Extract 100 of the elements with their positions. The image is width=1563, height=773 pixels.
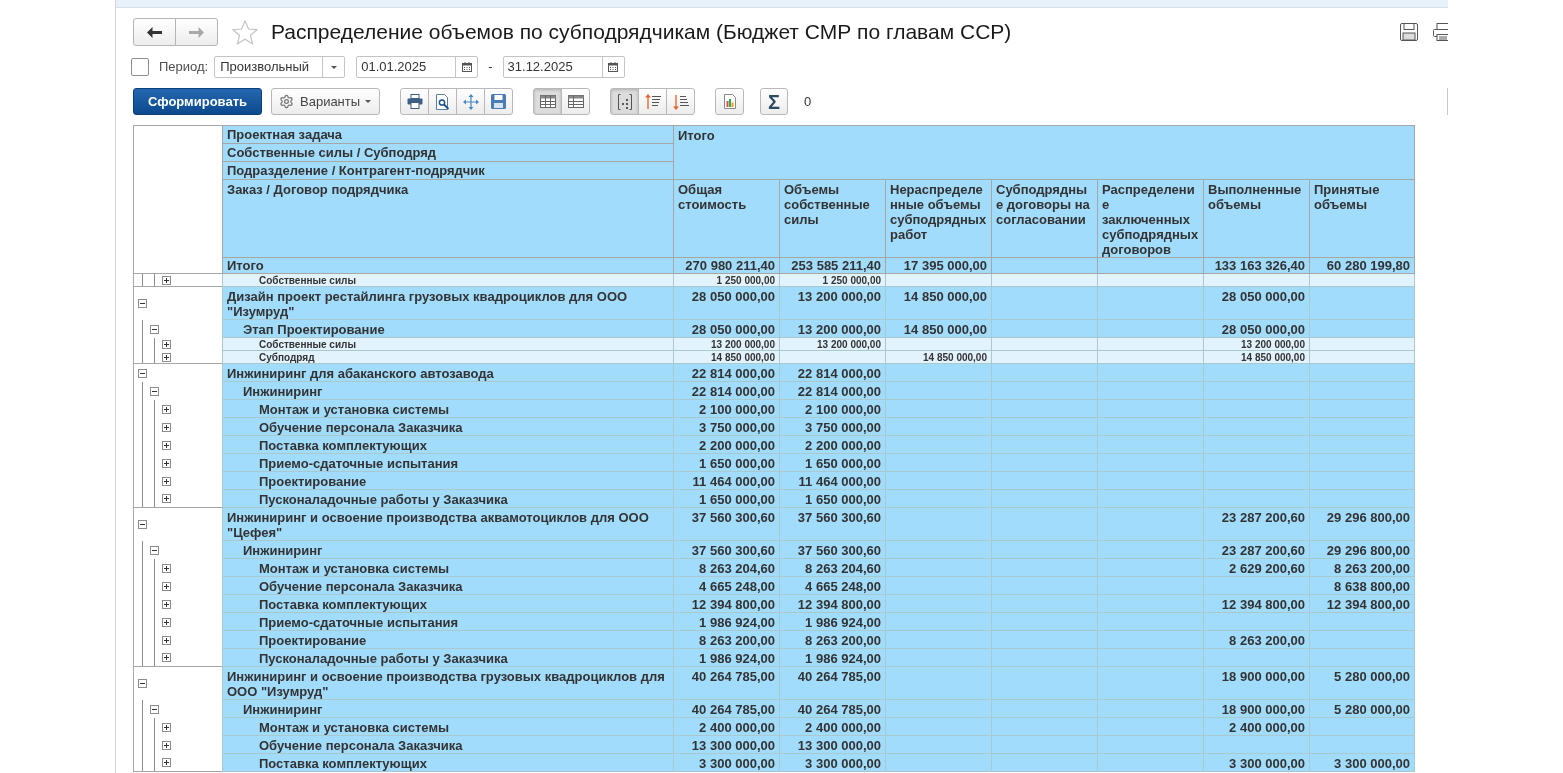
total-cell: 253 585 211,40 <box>779 258 885 273</box>
caret-icon <box>330 65 337 69</box>
save-button[interactable] <box>484 88 513 115</box>
total-cell: 270 980 211,40 <box>673 258 779 273</box>
table-row[interactable]: Монтаж и установка системы 8 263 204,60 8 263 204,60 2 629 200,60 8 263 200,00 <box>222 559 1415 577</box>
table-row[interactable]: Приемо-сдаточные испытания 1 986 924,00 1 986 924,00 <box>222 613 1415 631</box>
plus-box-icon[interactable] <box>161 275 171 285</box>
bracket-dots-icon <box>617 93 632 110</box>
header-cell: Собственные силы / Субподряд <box>222 143 673 161</box>
four-way-arrows-icon <box>462 93 479 110</box>
plus-box-icon[interactable] <box>161 722 171 732</box>
gear-icon <box>279 94 294 109</box>
table-view-button[interactable] <box>533 88 562 115</box>
total-cell: 133 163 326,40 <box>1203 258 1309 273</box>
grid-view-button[interactable] <box>561 88 590 115</box>
period-label: Период: <box>159 58 209 77</box>
plus-box-icon[interactable] <box>161 404 171 414</box>
arrow-left-icon <box>147 26 162 38</box>
plus-box-icon[interactable] <box>161 340 171 349</box>
table-row[interactable]: Дизайн проект рестайлинга грузовых квадроциклов для ООО "Изумруд" 28 050 000,00 13 200 000,00 14 850 000,00 28 050 000,00 <box>222 287 1415 320</box>
table-row[interactable]: Инжиниринг 40 264 785,00 40 264 785,00 18 900 000,00 5 280 000,00 <box>222 700 1415 718</box>
plus-box-icon[interactable] <box>161 494 171 503</box>
column-header: Субподрядные договоры на согласовании <box>991 179 1097 257</box>
plus-box-icon[interactable] <box>161 422 171 432</box>
star-icon[interactable] <box>232 19 258 45</box>
minus-box-icon[interactable] <box>137 520 147 529</box>
table-row[interactable]: Обучение персонала Заказчика 4 665 248,00 4 665 248,00 8 638 800,00 <box>222 577 1415 595</box>
table-row[interactable]: Инжиниринг и освоение производства аквамотоциклов для ООО "Цефея" 37 560 300,60 37 560 300,60 23 287 200,60 29 296 800,00 <box>222 508 1415 541</box>
generate-button[interactable]: Сформировать <box>133 88 262 115</box>
total-cell: 17 395 000,00 <box>885 258 991 273</box>
table-icon <box>539 95 556 108</box>
sort-descending-button[interactable] <box>666 88 695 115</box>
table-row[interactable]: Собственные силы 13 200 000,00 13 200 000,00 13 200 000,00 <box>222 338 1415 351</box>
printer-icon <box>406 94 423 109</box>
preview-button[interactable] <box>428 88 457 115</box>
caret-icon <box>365 100 372 103</box>
plus-box-icon[interactable] <box>161 440 171 450</box>
table-row[interactable]: Инжиниринг 22 814 000,00 22 814 000,00 <box>222 382 1415 400</box>
plus-box-icon[interactable] <box>161 758 171 767</box>
sort-ascending-button[interactable] <box>638 88 667 115</box>
table-row[interactable]: Приемо-сдаточные испытания 1 650 000,00 1 650 000,00 <box>222 454 1415 472</box>
move-button[interactable] <box>456 88 485 115</box>
total-cell: 60 280 199,80 <box>1309 258 1415 273</box>
table-row[interactable]: Этап Проектирование 28 050 000,00 13 200 000,00 14 850 000,00 28 050 000,00 <box>222 320 1415 338</box>
amount-cell: 3 300 000,00 <box>1203 754 1309 772</box>
amount-cell: 3 300 000,00 <box>673 754 779 772</box>
table-row[interactable]: Пусконаладочные работы у Заказчика 1 650 000,00 1 650 000,00 <box>222 490 1415 508</box>
header-cell: Заказ / Договор подрядчика <box>222 179 673 257</box>
column-header: Общая стоимость <box>673 179 779 257</box>
page-magnifier-icon <box>435 93 450 110</box>
minus-box-icon[interactable] <box>137 368 147 378</box>
plus-box-icon[interactable] <box>161 476 171 486</box>
table-row[interactable]: Поставка комплектующих 12 394 800,00 12 394 800,00 12 394 800,00 12 394 800,00 <box>222 595 1415 613</box>
column-header: Объемы собственные силы <box>779 179 885 257</box>
period-select[interactable]: Произвольный <box>214 56 346 78</box>
column-header: Принятые объемы <box>1309 179 1415 257</box>
table-row[interactable]: Поставка комплектующих 2 200 000,00 2 200 000,00 <box>222 436 1415 454</box>
date-field[interactable]: 01.01.2025 <box>356 56 479 78</box>
plus-box-icon[interactable] <box>161 635 171 645</box>
grouping-button[interactable] <box>610 88 639 115</box>
table-row[interactable]: Проектирование 11 464 000,00 11 464 000,00 <box>222 472 1415 490</box>
header-cell: Итого <box>673 125 1415 179</box>
date-separator: - <box>488 58 493 77</box>
plus-box-icon[interactable] <box>161 458 171 468</box>
plus-box-icon[interactable] <box>161 740 171 750</box>
table-row[interactable]: Монтаж и установка системы 2 400 000,00 2 400 000,00 2 400 000,00 <box>222 718 1415 736</box>
date-field[interactable]: 31.12.2025 <box>502 56 625 78</box>
print-button[interactable] <box>400 88 429 115</box>
minus-box-icon[interactable] <box>149 545 159 555</box>
plus-box-icon[interactable] <box>161 653 171 662</box>
plus-box-icon[interactable] <box>161 352 171 362</box>
sum-button[interactable]: Σ <box>760 88 788 115</box>
table-row[interactable]: Монтаж и установка системы 2 100 000,00 2 100 000,00 <box>222 400 1415 418</box>
printer-icon[interactable] <box>1433 23 1448 41</box>
table-row[interactable]: Пусконаладочные работы у Заказчика 1 986 924,00 1 986 924,00 <box>222 649 1415 667</box>
chart-button[interactable] <box>715 88 744 115</box>
minus-box-icon[interactable] <box>137 679 147 688</box>
table-row[interactable]: Инжиниринг и освоение производства грузовых квадроциклов для ООО "Изумруд" 40 264 785,00 40 264 785,00 18 900 000,00 5 280 000,00 <box>222 667 1415 700</box>
table-row[interactable]: Собственные силы 1 250 000,00 1 250 000,00 <box>222 274 1415 287</box>
back-button[interactable] <box>133 18 176 46</box>
table-row[interactable]: Инжиниринг для абаканского автозавода 22 814 000,00 22 814 000,00 <box>222 364 1415 382</box>
minus-box-icon[interactable] <box>137 299 147 308</box>
table-row[interactable]: Поставка комплектующих 3 300 000,00 3 300 000,00 3 300 000,00 3 300 000,00 <box>222 754 1415 772</box>
plus-box-icon[interactable] <box>161 599 171 609</box>
variants-button[interactable]: Варианты <box>271 88 380 115</box>
plus-box-icon[interactable] <box>161 581 171 591</box>
minus-box-icon[interactable] <box>149 386 159 396</box>
minus-box-icon[interactable] <box>149 704 159 714</box>
column-header: Распределение заключенных субподрядных договоров <box>1097 179 1203 257</box>
minus-box-icon[interactable] <box>149 324 159 334</box>
table-row[interactable]: Субподряд 14 850 000,00 14 850 000,00 14 850 000,00 <box>222 351 1415 364</box>
plus-box-icon[interactable] <box>161 617 171 627</box>
table-row[interactable]: Инжиниринг 37 560 300,60 37 560 300,60 23 287 200,60 29 296 800,00 <box>222 541 1415 559</box>
amount-cell: 3 300 000,00 <box>1309 754 1415 772</box>
checkbox[interactable] <box>131 58 149 76</box>
table-row[interactable]: Проектирование 8 263 200,00 8 263 200,00 8 263 200,00 <box>222 631 1415 649</box>
calendar-icon <box>608 62 619 72</box>
plus-box-icon[interactable] <box>161 563 171 573</box>
table-row[interactable]: Обучение персонала Заказчика 13 300 000,00 13 300 000,00 <box>222 736 1415 754</box>
table-row[interactable]: Обучение персонала Заказчика 3 750 000,00 3 750 000,00 <box>222 418 1415 436</box>
